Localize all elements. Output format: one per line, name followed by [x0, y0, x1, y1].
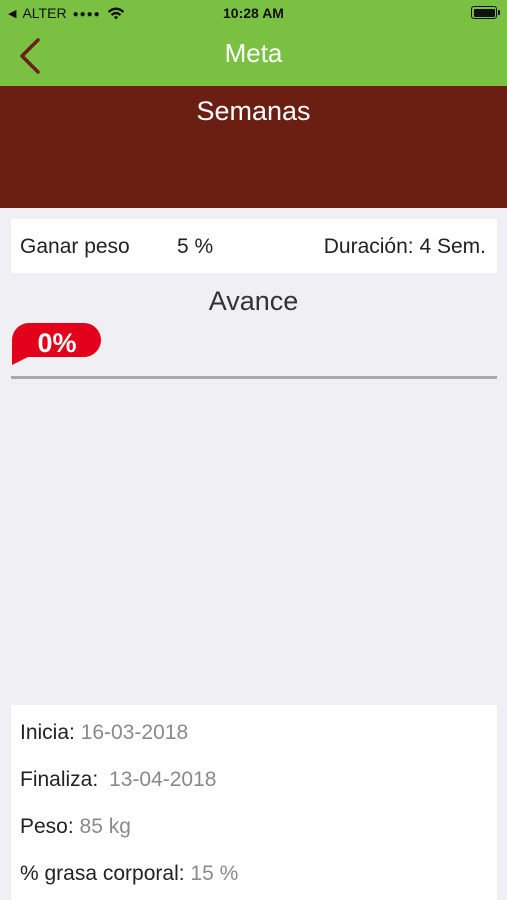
details-card: Inicia: 16-03-2018 Finaliza: 13-04-2018 …: [11, 705, 497, 900]
goal-type: Ganar peso: [20, 235, 130, 258]
end-date-value: 13-04-2018: [109, 768, 217, 791]
weight-row: Peso: 85 kg: [20, 815, 131, 839]
navigation-bar: Meta: [0, 26, 507, 86]
goal-summary-card: Ganar peso 5 % Duración: 4 Sem.: [11, 219, 497, 273]
end-date-label: Finaliza:: [20, 768, 99, 791]
start-date-label: Inicia:: [20, 721, 75, 744]
goal-percent: 5 %: [177, 235, 214, 258]
battery-icon: [471, 6, 500, 19]
weight-value: 85 kg: [79, 815, 131, 838]
status-time: 10:28 AM: [223, 5, 284, 21]
status-bar: ◀ ALTER ●●●● 10:28 AM: [0, 0, 507, 26]
start-date-value: 16-03-2018: [80, 721, 189, 744]
page-title: Meta: [224, 38, 283, 68]
header-band: Semanas: [0, 86, 507, 208]
body-fat-row: % grasa corporal: 15 %: [20, 862, 238, 886]
progress-bar: [11, 376, 497, 379]
duration-value: 4 Sem.: [419, 235, 486, 258]
end-date-row: Finaliza: 13-04-2018: [20, 768, 216, 792]
header-title: Semanas: [196, 96, 311, 126]
body-fat-value: 15 %: [190, 862, 239, 885]
progress-title: Avance: [208, 286, 299, 316]
weight-label: Peso:: [20, 815, 74, 838]
progress-label: 0%: [37, 328, 77, 358]
start-date-row: Inicia: 16-03-2018: [20, 721, 188, 745]
duration-label: Duración:: [323, 235, 414, 258]
body-fat-label: % grasa corporal:: [20, 862, 185, 885]
goal-duration: Duración: 4 Sem.: [324, 235, 486, 259]
